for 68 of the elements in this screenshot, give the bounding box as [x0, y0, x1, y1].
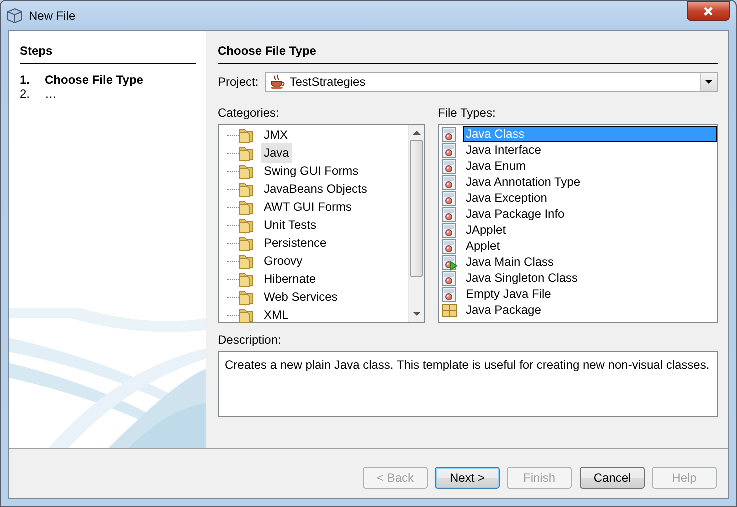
folder-icon — [239, 198, 255, 216]
project-label: Project: — [218, 74, 259, 91]
class-file-icon — [441, 270, 457, 286]
file-type-item[interactable]: Applet — [463, 238, 717, 254]
package-icon — [441, 302, 457, 318]
category-item[interactable]: JMX — [261, 125, 291, 145]
category-item[interactable]: Java — [261, 143, 292, 163]
file-type-item[interactable]: Java Package — [463, 302, 717, 318]
class-file-icon — [441, 158, 457, 174]
cube-icon — [7, 8, 23, 24]
steps-heading: Steps — [20, 42, 196, 64]
class-file-icon — [441, 206, 457, 222]
file-type-item[interactable]: Java Exception — [463, 190, 717, 206]
category-item[interactable]: Unit Tests — [261, 215, 320, 235]
folder-icon — [239, 144, 255, 162]
scroll-up-icon[interactable] — [412, 131, 420, 135]
scroll-down-icon — [412, 312, 420, 316]
category-item[interactable]: Hibernate — [261, 269, 320, 289]
class-file-run-icon — [441, 254, 457, 270]
description-label: Description: — [218, 332, 282, 349]
category-item[interactable]: Web Services — [261, 287, 341, 307]
file-type-item[interactable]: Java Annotation Type — [463, 174, 717, 190]
window-title: New File — [29, 8, 76, 24]
file-type-item[interactable]: Java Singleton Class — [463, 270, 717, 286]
coffee-cup-icon — [270, 74, 286, 90]
folder-icon — [239, 234, 255, 252]
class-file-icon — [441, 190, 457, 206]
close-button[interactable] — [687, 1, 730, 21]
folder-icon — [239, 180, 255, 198]
folder-icon — [239, 252, 255, 270]
project-value: TestStrategies — [290, 74, 366, 91]
class-file-icon — [441, 238, 457, 254]
file-type-item[interactable]: Java Main Class — [463, 254, 717, 270]
step-label: Choose File Type — [45, 73, 144, 87]
folder-icon — [239, 288, 255, 306]
file-type-item[interactable]: Empty Java File — [463, 286, 717, 302]
dropdown-arrow-icon — [705, 80, 713, 84]
category-item[interactable]: Swing GUI Forms — [261, 161, 362, 181]
class-file-icon — [441, 286, 457, 302]
step-label: … — [45, 87, 57, 101]
category-item[interactable]: Groovy — [261, 251, 306, 271]
category-item[interactable]: AWT GUI Forms — [261, 197, 355, 217]
class-file-icon — [441, 174, 457, 190]
project-dropdown[interactable]: TestStrategies — [264, 72, 718, 92]
file-types-label: File Types: — [438, 105, 497, 122]
folder-icon — [239, 216, 255, 234]
class-file-icon — [441, 222, 457, 238]
file-type-item[interactable]: JApplet — [463, 222, 717, 238]
panel-heading: Choose File Type — [218, 42, 718, 64]
categories-label: Categories: — [218, 105, 280, 122]
dialog-button[interactable]: Next > — [435, 467, 500, 489]
dialog-button[interactable]: Cancel — [580, 467, 645, 489]
category-item[interactable]: XML — [261, 305, 292, 325]
folder-icon — [239, 126, 255, 144]
step-number: 2. — [20, 87, 32, 101]
category-item[interactable]: JavaBeans Objects — [261, 179, 370, 199]
class-file-icon — [441, 142, 457, 158]
step-number: 1. — [20, 73, 32, 87]
folder-icon — [239, 162, 255, 180]
close-icon — [703, 6, 714, 16]
file-type-item[interactable]: Java Package Info — [463, 206, 717, 222]
category-item[interactable]: Persistence — [261, 233, 330, 253]
scrollbar-thumb[interactable] — [410, 140, 423, 277]
folder-icon — [239, 270, 255, 288]
description-text: Creates a new plain Java class. This template is useful for creating new non-visual classes. — [218, 351, 718, 417]
file-type-item[interactable]: Java Interface — [463, 142, 717, 158]
file-type-item[interactable]: Java Enum — [463, 158, 717, 174]
folder-icon — [239, 306, 255, 324]
